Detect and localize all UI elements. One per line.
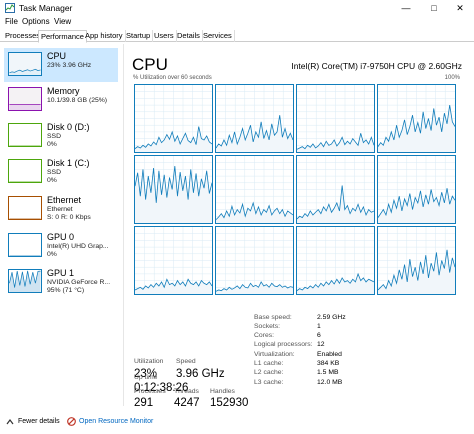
uptime-value: 0:12:38:26 xyxy=(134,382,189,394)
spec-value: 6 xyxy=(317,332,321,339)
chevron-up-icon[interactable] xyxy=(6,418,14,426)
processes-value: 291 xyxy=(134,397,154,409)
resource-monitor-icon xyxy=(67,417,76,426)
spec-value: 12 xyxy=(317,341,325,348)
menu-view[interactable]: View xyxy=(54,17,71,26)
spec-value: 2.59 GHz xyxy=(317,314,346,321)
handles-label: Handles xyxy=(210,388,235,395)
fewer-details-link[interactable]: Fewer details xyxy=(18,418,60,425)
spec-value: 1 xyxy=(317,323,321,330)
threads-value: 4247 xyxy=(174,397,200,409)
open-resource-monitor-link[interactable]: Open Resource Monitor xyxy=(79,418,153,425)
cpu-panel: CPU Intel(R) Core(TM) i7-9750H CPU @ 2.6… xyxy=(126,44,466,409)
sidebar-item-detail: SSD 0% xyxy=(47,169,61,184)
spec-label: Base speed: xyxy=(254,314,292,321)
resource-sidebar: CPU 23% 3.96 GHz Memory 10.1/39.8 GB (25… xyxy=(0,44,124,406)
spec-label: L1 cache: xyxy=(254,360,284,367)
tab-bar: Processes Performance App history Startu… xyxy=(0,30,474,43)
tab-services[interactable]: Services xyxy=(201,30,235,42)
sidebar-item-detail: Ethernet S: 0 R: 0 Kbps xyxy=(47,206,91,221)
spec-label: Virtualization: xyxy=(254,351,295,358)
sidebar-item-ethernet[interactable]: Ethernet Ethernet S: 0 R: 0 Kbps xyxy=(4,192,118,226)
sidebar-item-gpu-0[interactable]: GPU 0 Intel(R) UHD Grap... 0% xyxy=(4,229,118,263)
gpu-0-thumbnail xyxy=(8,233,42,257)
sidebar-item-label: GPU 1 xyxy=(47,268,75,278)
task-manager-icon xyxy=(5,3,15,13)
spec-label: Cores: xyxy=(254,332,275,339)
handles-value: 152930 xyxy=(210,397,249,409)
footer-bar: Fewer details Open Resource Monitor xyxy=(0,412,474,434)
graph-caption: % Utilization over 60 seconds xyxy=(133,75,212,81)
uptime-label: Up time xyxy=(134,374,158,381)
spec-value: 1.5 MB xyxy=(317,369,339,376)
spec-label: Logical processors: xyxy=(254,341,313,348)
sidebar-item-memory[interactable]: Memory 10.1/39.8 GB (25%) xyxy=(4,83,118,117)
sidebar-item-label: Disk 1 (C:) xyxy=(47,158,90,168)
menu-options[interactable]: Options xyxy=(22,17,50,26)
spec-value: Enabled xyxy=(317,351,342,358)
core-graph xyxy=(134,84,213,153)
tab-users[interactable]: Users xyxy=(152,30,177,42)
spec-value: 384 KB xyxy=(317,360,340,367)
core-graph xyxy=(296,226,375,295)
speed-label: Speed xyxy=(176,358,196,365)
sidebar-item-label: Memory xyxy=(47,86,80,96)
sidebar-item-label: Disk 0 (D:) xyxy=(47,122,90,132)
core-graph xyxy=(296,155,375,224)
gpu-1-thumbnail xyxy=(8,269,42,293)
core-graph xyxy=(377,226,456,295)
spec-label: L3 cache: xyxy=(254,379,284,386)
disk-0-thumbnail xyxy=(8,123,42,147)
ethernet-thumbnail xyxy=(8,196,42,220)
graph-max-label: 100% xyxy=(444,75,460,81)
sidebar-item-gpu-1[interactable]: GPU 1 NVIDIA GeForce R... 95% (71 °C) xyxy=(4,265,118,299)
tab-details[interactable]: Details xyxy=(175,30,203,42)
sidebar-item-detail: 23% 3.96 GHz xyxy=(47,62,92,69)
window-title: Task Manager xyxy=(19,3,73,13)
spec-label: Sockets: xyxy=(254,323,281,330)
core-graph xyxy=(215,226,294,295)
menu-bar: File Options View xyxy=(0,16,474,29)
tab-startup[interactable]: Startup xyxy=(124,30,154,42)
sidebar-item-disk-0[interactable]: Disk 0 (D:) SSD 0% xyxy=(4,119,118,153)
cpu-thumbnail xyxy=(8,52,42,76)
maximize-button[interactable]: □ xyxy=(420,1,448,15)
minimize-button[interactable]: — xyxy=(392,1,420,15)
logical-processor-graphs xyxy=(134,84,464,341)
utilization-label: Utilization xyxy=(134,358,164,365)
core-graph xyxy=(296,84,375,153)
cpu-model: Intel(R) Core(TM) i7-9750H CPU @ 2.60GHz xyxy=(291,61,462,71)
speed-value: 3.96 GHz xyxy=(176,368,225,380)
core-graph xyxy=(215,155,294,224)
core-graph xyxy=(134,226,213,295)
sidebar-item-label: Ethernet xyxy=(47,195,82,205)
tab-app-history[interactable]: App history xyxy=(83,30,126,42)
tab-processes[interactable]: Processes xyxy=(3,30,44,42)
sidebar-item-label: GPU 0 xyxy=(47,232,75,242)
sidebar-item-disk-1[interactable]: Disk 1 (C:) SSD 0% xyxy=(4,155,118,189)
sidebar-item-detail: NVIDIA GeForce R... 95% (71 °C) xyxy=(47,279,111,294)
core-graph xyxy=(377,155,456,224)
sidebar-item-detail: SSD 0% xyxy=(47,133,61,148)
core-graph xyxy=(377,84,456,153)
sidebar-item-label: CPU xyxy=(47,51,67,61)
sidebar-item-cpu[interactable]: CPU 23% 3.96 GHz xyxy=(4,48,118,82)
sidebar-item-detail: Intel(R) UHD Grap... 0% xyxy=(47,243,109,258)
menu-file[interactable]: File xyxy=(5,17,18,26)
tab-performance[interactable]: Performance xyxy=(38,30,87,43)
sidebar-item-detail: 10.1/39.8 GB (25%) xyxy=(47,97,108,104)
spec-value: 12.0 MB xyxy=(317,379,343,386)
title-bar: Task Manager — □ ✕ xyxy=(0,0,474,16)
disk-1-thumbnail xyxy=(8,159,42,183)
core-graph xyxy=(134,155,213,224)
spec-label: L2 cache: xyxy=(254,369,284,376)
page-title: CPU xyxy=(132,55,168,74)
core-graph xyxy=(215,84,294,153)
memory-thumbnail xyxy=(8,87,42,111)
close-button[interactable]: ✕ xyxy=(446,1,474,15)
